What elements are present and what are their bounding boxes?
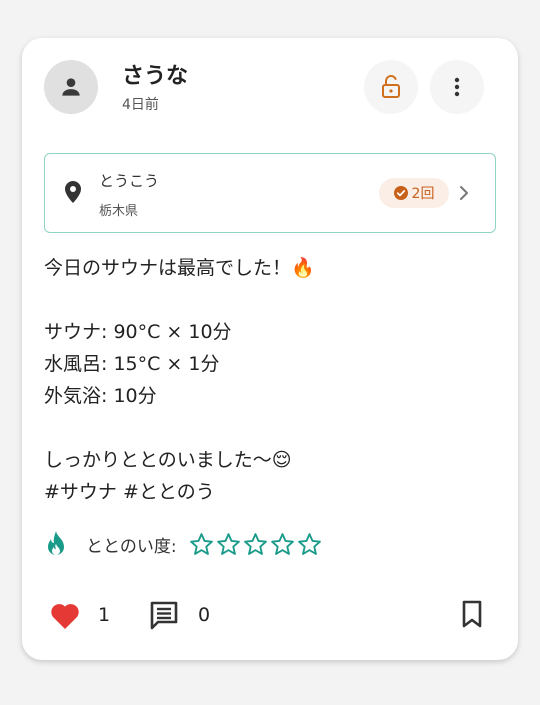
- visit-count-badge: 2回: [379, 178, 449, 208]
- chevron-right-icon: [460, 186, 468, 200]
- bookmark-icon[interactable]: [460, 600, 484, 628]
- username[interactable]: さうな: [122, 58, 188, 90]
- rating-row: ととのい度:: [44, 528, 322, 560]
- flame-icon: [48, 531, 64, 555]
- location-prefecture: 栃木県: [99, 204, 139, 219]
- like-count: 1: [98, 604, 111, 626]
- location-pin-icon: [65, 181, 81, 203]
- star-icon[interactable]: [189, 532, 214, 557]
- star-icon[interactable]: [297, 532, 322, 557]
- star-icon[interactable]: [243, 532, 268, 557]
- rating-label: ととのい度:: [86, 536, 177, 557]
- star-icon[interactable]: [270, 532, 295, 557]
- action-bar: 1 0: [22, 594, 518, 638]
- post-body: 今日のサウナは最高でした！🔥 サウナ: 90°C × 10分 水風呂: 15°C…: [44, 257, 315, 503]
- post-card: さうな 4日前 とうこう 栃木県 2回 今日のサウナは最高でした！🔥 サウナ: …: [22, 38, 518, 660]
- lock-button[interactable]: [364, 60, 418, 114]
- location-card[interactable]: とうこう 栃木県 2回: [44, 153, 496, 233]
- visit-count: 2回: [411, 186, 435, 202]
- unlock-icon: [382, 75, 400, 98]
- more-options-button[interactable]: [430, 60, 484, 114]
- check-circle-icon: [393, 186, 408, 200]
- location-name: とうこう: [99, 172, 160, 190]
- more-vert-icon: [454, 77, 460, 97]
- comment-icon[interactable]: [149, 600, 179, 630]
- star-icon[interactable]: [216, 532, 241, 557]
- person-icon: [62, 78, 80, 96]
- rating-stars: [189, 532, 322, 557]
- heart-icon[interactable]: [50, 602, 80, 630]
- avatar[interactable]: [44, 60, 98, 114]
- comment-count: 0: [198, 604, 211, 626]
- post-time: 4日前: [122, 97, 159, 113]
